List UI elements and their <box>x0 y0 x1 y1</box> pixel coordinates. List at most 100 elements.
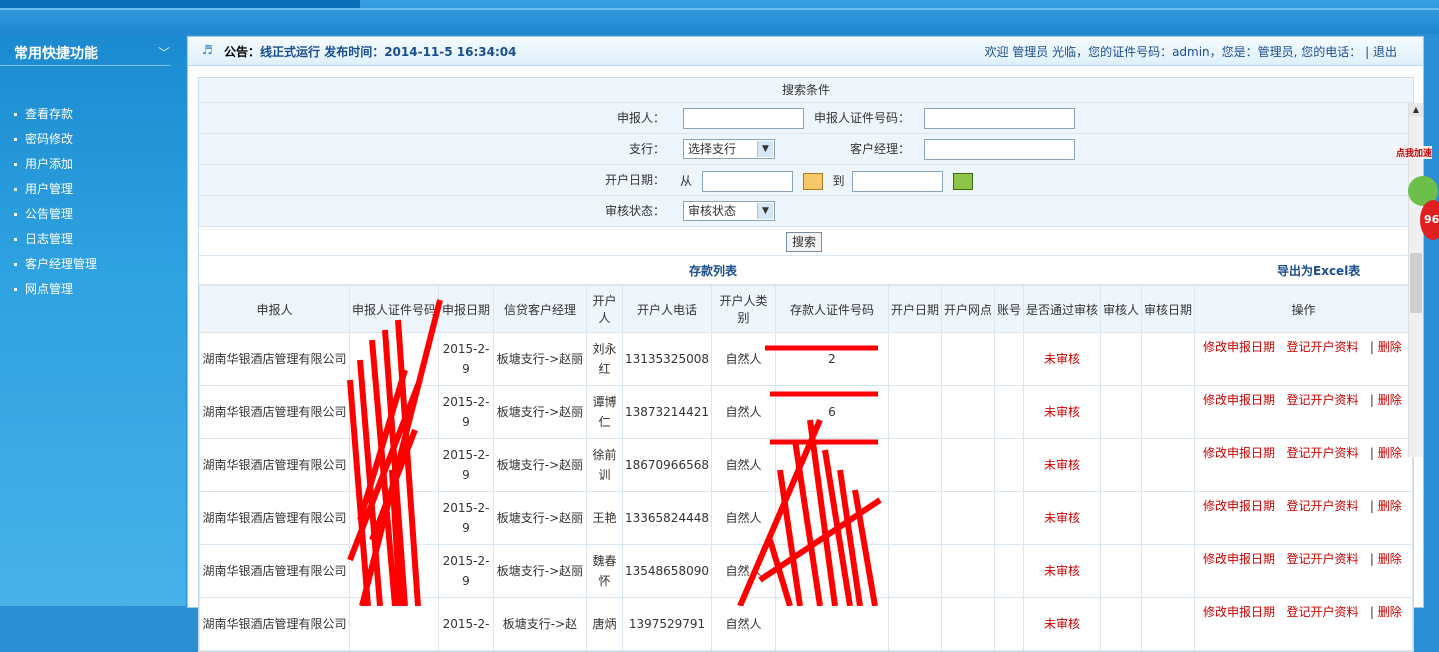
sidebar-item-label: 查看存款 <box>25 107 74 121</box>
cell-reporter-id <box>349 438 439 492</box>
register-link[interactable]: 登记开户资料 <box>1286 552 1358 566</box>
cell-review-date <box>1140 544 1195 598</box>
cell-reviewer <box>1099 597 1142 651</box>
accelerate-label: 点我加速 <box>1396 146 1433 159</box>
cell-reporter: 湖南华银酒店管理有限公司 <box>199 597 350 651</box>
col-report-date: 申报日期 <box>438 285 494 333</box>
delete-link[interactable]: 删除 <box>1378 340 1402 354</box>
delete-link[interactable]: 删除 <box>1378 446 1402 460</box>
register-link[interactable]: 登记开户资料 <box>1286 605 1358 619</box>
edit-date-link[interactable]: 修改申报日期 <box>1203 393 1275 407</box>
edit-date-link[interactable]: 修改申报日期 <box>1203 499 1275 513</box>
scroll-up-icon[interactable]: ▲ <box>1409 103 1423 117</box>
date-to-input[interactable] <box>852 171 944 192</box>
cell-phone: 13135325008 <box>622 332 712 386</box>
delete-link[interactable]: 删除 <box>1378 605 1402 619</box>
col-open-branch: 开户网点 <box>940 285 995 333</box>
cell-manager: 板塘支行->赵丽 <box>493 491 587 545</box>
scroll-thumb[interactable] <box>1410 253 1422 313</box>
chevron-down-icon[interactable]: ﹀ <box>158 44 170 61</box>
cell-type: 自然人 <box>710 544 776 598</box>
cell-holder: 魏春怀 <box>586 544 623 598</box>
cell-open-branch <box>940 491 995 545</box>
sidebar-item-managers[interactable]: 客户经理管理 <box>14 255 97 280</box>
cell-manager: 板塘支行->赵 <box>493 597 587 651</box>
cell-review-date <box>1140 385 1195 439</box>
cell-review-date <box>1140 597 1195 651</box>
logout-link[interactable]: 退出 <box>1373 45 1397 59</box>
sidebar-item-label: 用户添加 <box>25 157 74 171</box>
cell-holder: 刘永红 <box>586 332 623 386</box>
calendar-icon[interactable] <box>953 173 974 190</box>
register-link[interactable]: 登记开户资料 <box>1286 393 1358 407</box>
cell-reviewer <box>1099 332 1142 386</box>
row-date: 开户日期： 从 到 <box>199 165 1413 196</box>
register-link[interactable]: 登记开户资料 <box>1286 446 1358 460</box>
reporter-id-input[interactable] <box>924 108 1075 129</box>
cell-depositor-id <box>774 491 889 545</box>
calendar-icon[interactable] <box>802 173 823 190</box>
manager-label: 客户经理： <box>849 142 910 156</box>
col-holder: 开户人 <box>586 285 623 333</box>
row-branch: 支行： 选择支行 ▼ 客户经理： <box>199 134 1413 165</box>
export-excel-link[interactable]: 导出为Excel表 <box>1277 262 1360 279</box>
manager-input[interactable] <box>924 139 1075 160</box>
date-from-input[interactable] <box>701 171 793 192</box>
date-to-label: 到 <box>832 174 845 188</box>
megaphone-icon: ♬ <box>202 43 213 57</box>
sidebar: 常用快捷功能 ﹀ 查看存款 密码修改 用户添加 用户管理 公告管理 日志管理 客… <box>0 34 186 606</box>
cell-depositor-id: 6 <box>774 385 889 439</box>
sidebar-item-label: 客户经理管理 <box>25 257 98 271</box>
edit-date-link[interactable]: 修改申报日期 <box>1203 552 1275 566</box>
cell-holder: 王艳 <box>586 491 623 545</box>
delete-link[interactable]: 删除 <box>1378 393 1402 407</box>
row-search-button: 搜索 <box>199 227 1413 256</box>
welcome-text: 欢迎 管理员 光临，您的证件号码：admin，您是：管理员, 您的电话： | 退… <box>984 45 1397 59</box>
col-account: 账号 <box>993 285 1024 333</box>
cell-reviewer <box>1099 385 1142 439</box>
sidebar-item-add-user[interactable]: 用户添加 <box>14 155 97 180</box>
delete-link[interactable]: 删除 <box>1378 499 1402 513</box>
sidebar-item-logs[interactable]: 日志管理 <box>14 230 97 255</box>
cell-reviewer <box>1099 544 1142 598</box>
sidebar-item-users[interactable]: 用户管理 <box>14 180 97 205</box>
edit-date-link[interactable]: 修改申报日期 <box>1203 605 1275 619</box>
row-reporter: 申报人： 申报人证件号码： <box>199 103 1413 134</box>
cell-open-date <box>887 597 942 651</box>
search-button[interactable]: 搜索 <box>786 232 823 252</box>
accelerate-widget[interactable]: 点我加速 96 <box>1396 146 1439 242</box>
cell-phone: 13548658090 <box>622 544 712 598</box>
sidebar-item-view-deposit[interactable]: 查看存款 <box>14 105 97 130</box>
edit-date-link[interactable]: 修改申报日期 <box>1203 340 1275 354</box>
action-separator: | <box>1369 552 1374 566</box>
sidebar-menu: 查看存款 密码修改 用户添加 用户管理 公告管理 日志管理 客户经理管理 网点管… <box>14 105 97 305</box>
sidebar-item-branches[interactable]: 网点管理 <box>14 280 97 305</box>
top-tab-strip <box>0 0 360 8</box>
action-separator: | <box>1369 393 1374 407</box>
action-separator: | <box>1369 446 1374 460</box>
sidebar-item-password[interactable]: 密码修改 <box>14 130 97 155</box>
status-label: 审核状态： <box>604 204 665 218</box>
col-depositor-id: 存款人证件号码 <box>774 285 889 333</box>
edit-date-link[interactable]: 修改申报日期 <box>1203 446 1275 460</box>
delete-link[interactable]: 删除 <box>1378 552 1402 566</box>
cell-type: 自然人 <box>710 332 776 386</box>
register-link[interactable]: 登记开户资料 <box>1286 499 1358 513</box>
action-separator: | <box>1369 605 1374 619</box>
cell-account <box>993 491 1024 545</box>
notice-content: 线正式运行 发布时间：2014-11-5 16:34:04 <box>260 45 517 59</box>
table-row: 湖南华银酒店管理有限公司 2015-2-9 板塘支行->赵丽 刘永红 131353250… <box>199 332 1414 386</box>
cell-actions: 修改申报日期 登记开户资料 | 删除 <box>1193 438 1414 492</box>
cell-report-date: 2015-2-9 <box>438 385 494 439</box>
cell-report-date: 2015-2-9 <box>438 491 494 545</box>
cell-report-date: 2015-2-9 <box>438 544 494 598</box>
col-review-date: 审核日期 <box>1140 285 1195 333</box>
sidebar-item-notices[interactable]: 公告管理 <box>14 205 97 230</box>
cell-manager: 板塘支行->赵丽 <box>493 385 587 439</box>
cell-reporter: 湖南华银酒店管理有限公司 <box>199 544 350 598</box>
table-row: 湖南华银酒店管理有限公司 2015-2-9 板塘支行->赵丽 魏春怀 135486580… <box>199 544 1414 598</box>
search-caption: 搜索条件 <box>199 78 1413 103</box>
cell-actions: 修改申报日期 登记开户资料 | 删除 <box>1193 332 1414 386</box>
register-link[interactable]: 登记开户资料 <box>1286 340 1358 354</box>
status-select[interactable]: 审核状态 ▼ <box>683 201 775 221</box>
